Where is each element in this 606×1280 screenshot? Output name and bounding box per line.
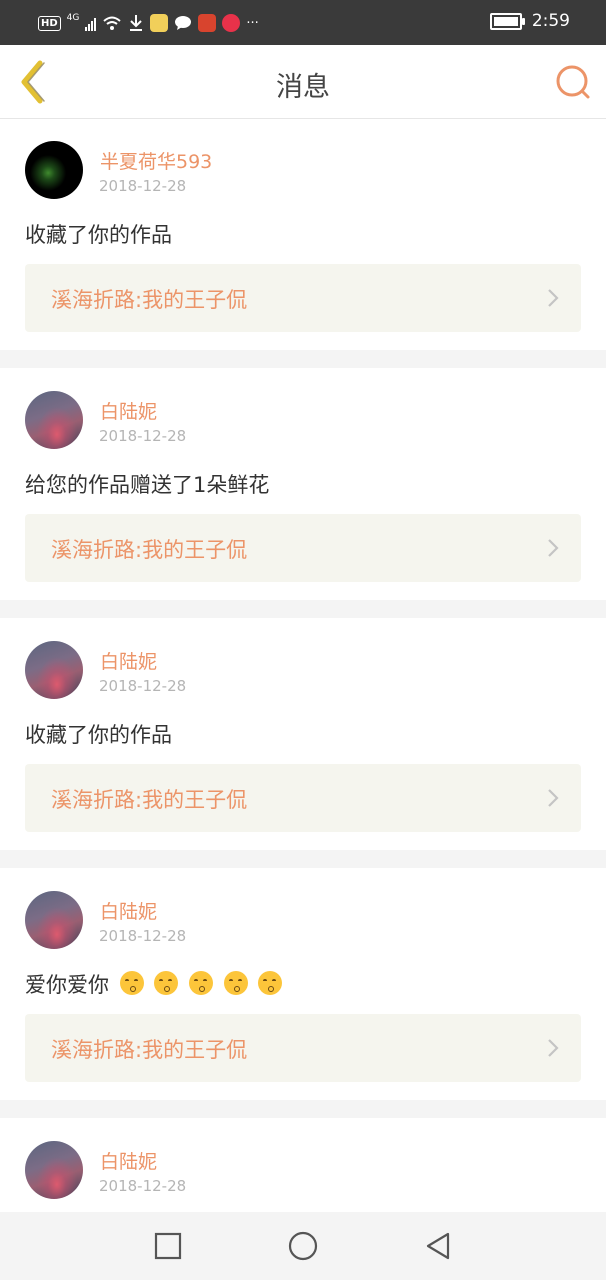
work-link[interactable]: 溪海折路:我的王子侃	[25, 264, 581, 332]
kiss-emoji-icon	[154, 971, 179, 995]
network-type: 4G	[66, 13, 80, 23]
avatar[interactable]	[25, 141, 83, 199]
message-text-content: 爱你爱你	[25, 973, 109, 997]
message-date: 2018-12-28	[99, 927, 187, 945]
wifi-icon	[103, 16, 122, 30]
message-text: 收藏了你的作品	[25, 723, 172, 747]
work-title: 溪海折路:我的王子侃	[51, 1038, 248, 1062]
divider	[0, 350, 606, 368]
circle-icon	[288, 1231, 318, 1261]
work-link[interactable]: 溪海折路:我的王子侃	[25, 1014, 581, 1082]
triangle-back-icon	[426, 1232, 450, 1260]
hd-icon: HD	[38, 15, 61, 31]
kiss-emoji-icon	[189, 971, 214, 995]
app-icon	[198, 14, 217, 32]
status-icons-left: HD 4G ···	[38, 11, 259, 35]
username[interactable]: 白陆妮	[100, 897, 157, 924]
clock: 2:59	[531, 11, 570, 31]
chevron-right-icon	[548, 289, 559, 307]
home-button[interactable]	[287, 1230, 319, 1262]
message-date: 2018-12-28	[99, 177, 187, 195]
message-card: 半夏荷华593 2018-12-28 收藏了你的作品 溪海折路:我的王子侃	[0, 119, 606, 351]
message-text: 收藏了你的作品	[25, 223, 172, 247]
status-icons-right: 2:59	[489, 11, 570, 31]
work-title: 溪海折路:我的王子侃	[51, 538, 248, 562]
username[interactable]: 白陆妮	[100, 397, 157, 424]
download-icon	[130, 15, 143, 31]
work-link[interactable]: 溪海折路:我的王子侃	[25, 764, 581, 832]
chevron-right-icon	[548, 1039, 559, 1057]
avatar[interactable]	[25, 1141, 83, 1199]
message-text: 爱你爱你	[25, 969, 283, 999]
app-icon	[222, 14, 241, 32]
app-header: 消息	[0, 45, 606, 119]
avatar[interactable]	[25, 891, 83, 949]
recent-apps-button[interactable]	[152, 1230, 184, 1262]
square-icon	[154, 1232, 182, 1260]
message-card: 白陆妮 2018-12-28	[0, 1119, 606, 1212]
avatar[interactable]	[25, 641, 83, 699]
app-icon	[150, 14, 169, 32]
divider	[0, 600, 606, 618]
message-card: 白陆妮 2018-12-28 收藏了你的作品 溪海折路:我的王子侃	[0, 619, 606, 851]
divider	[0, 850, 606, 868]
work-title: 溪海折路:我的王子侃	[51, 288, 248, 312]
back-nav-button[interactable]	[422, 1230, 454, 1262]
signal-icon	[85, 15, 97, 31]
divider	[0, 1100, 606, 1118]
system-nav-bar	[0, 1212, 606, 1280]
message-date: 2018-12-28	[99, 677, 187, 695]
search-button[interactable]	[552, 61, 594, 103]
message-card: 白陆妮 2018-12-28 给您的作品赠送了1朵鲜花 溪海折路:我的王子侃	[0, 369, 606, 601]
kiss-emoji-icon	[223, 971, 248, 995]
message-text: 给您的作品赠送了1朵鲜花	[25, 473, 270, 497]
username[interactable]: 半夏荷华593	[100, 147, 212, 174]
message-date: 2018-12-28	[99, 427, 187, 445]
message-card: 白陆妮 2018-12-28 爱你爱你 溪海折路:我的王子侃	[0, 869, 606, 1101]
chevron-right-icon	[548, 789, 559, 807]
avatar[interactable]	[25, 391, 83, 449]
chevron-right-icon	[548, 539, 559, 557]
work-link[interactable]: 溪海折路:我的王子侃	[25, 514, 581, 582]
kiss-emoji-icon	[119, 971, 144, 995]
kiss-emoji-icon	[258, 971, 283, 995]
more-notifications: ···	[246, 15, 259, 31]
work-title: 溪海折路:我的王子侃	[51, 788, 248, 812]
battery-icon	[489, 12, 525, 30]
username[interactable]: 白陆妮	[100, 1147, 157, 1174]
status-bar: HD 4G ··· 2:59	[0, 0, 606, 45]
message-date: 2018-12-28	[99, 1177, 187, 1195]
page-title: 消息	[276, 72, 330, 103]
chat-icon	[175, 16, 192, 30]
username[interactable]: 白陆妮	[100, 647, 157, 674]
